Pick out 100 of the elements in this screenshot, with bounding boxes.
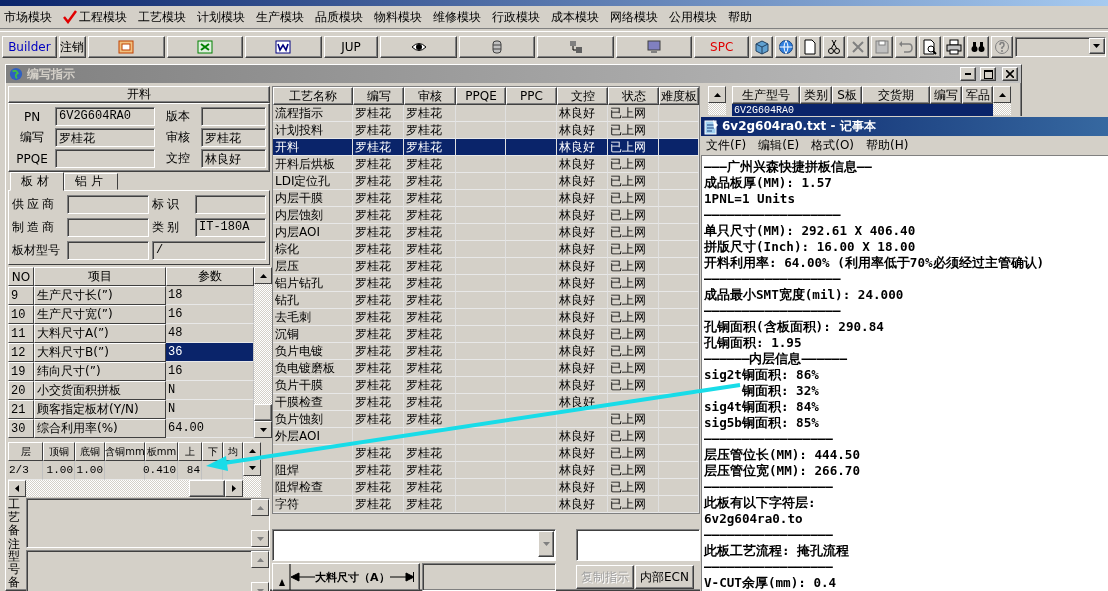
scroll-up-button[interactable] bbox=[251, 499, 269, 516]
menu-item[interactable]: 品质模块 bbox=[315, 8, 363, 26]
table-row[interactable]: 内层AOI 罗桂花 罗桂花 林良好 已上网 bbox=[273, 224, 699, 241]
dropdown[interactable] bbox=[272, 529, 556, 561]
table-row[interactable]: 负片蚀刻 罗桂花 罗桂花 已上网 bbox=[273, 411, 699, 428]
table-row[interactable]: 外层AOI 林良好 已上网 bbox=[273, 428, 699, 445]
column-header[interactable]: 军品 bbox=[962, 86, 993, 104]
menu-item[interactable]: 工程模块 bbox=[63, 8, 127, 26]
text-field[interactable]: 6V2G604RA0 bbox=[55, 107, 155, 126]
scroll-left-button[interactable] bbox=[8, 480, 26, 497]
menu-item[interactable]: 格式(O) bbox=[811, 137, 855, 154]
column-header[interactable]: 编写 bbox=[353, 87, 404, 105]
column-header[interactable]: 难度板 bbox=[659, 87, 699, 105]
text-field[interactable]: 罗桂花 bbox=[55, 128, 155, 147]
column-header[interactable]: NO bbox=[8, 267, 34, 286]
column-header[interactable]: 顶铜 bbox=[43, 442, 75, 461]
menu-item[interactable]: 帮助(H) bbox=[866, 137, 909, 154]
menu-item[interactable]: 成本模块 bbox=[551, 8, 599, 26]
table-row[interactable]: 去毛刺 罗桂花 罗桂花 林良好 已上网 bbox=[273, 309, 699, 326]
column-header[interactable]: 项目 bbox=[34, 267, 166, 286]
toolbar-button[interactable] bbox=[799, 36, 821, 58]
column-header[interactable]: 审核 bbox=[404, 87, 456, 105]
menu-item[interactable]: 网络模块 bbox=[610, 8, 658, 26]
toolbar-button[interactable] bbox=[458, 36, 536, 58]
column-header[interactable]: 参数 bbox=[166, 267, 254, 286]
text-field[interactable] bbox=[55, 149, 155, 168]
toolbar-button[interactable] bbox=[380, 36, 457, 58]
toolbar-button[interactable] bbox=[894, 36, 917, 58]
toolbar-button[interactable]: Builder bbox=[2, 36, 57, 58]
column-header[interactable]: 生产型号 bbox=[732, 86, 800, 104]
text-field[interactable] bbox=[67, 195, 149, 214]
toolbar-button[interactable]: JUP bbox=[323, 36, 379, 58]
maximize-button[interactable] bbox=[980, 67, 996, 81]
column-header[interactable]: 工艺名称 bbox=[273, 87, 353, 105]
table-row[interactable]: 负片干膜 罗桂花 罗桂花 林良好 已上网 bbox=[273, 377, 699, 394]
action-button[interactable]: 内部ECN bbox=[635, 565, 694, 589]
table-row[interactable]: 罗桂花 罗桂花 林良好 已上网 bbox=[273, 445, 699, 462]
column-header[interactable]: 底铜 bbox=[75, 442, 105, 461]
menu-item[interactable]: 生产模块 bbox=[256, 8, 304, 26]
text-area[interactable] bbox=[26, 550, 270, 591]
toolbar-button[interactable] bbox=[751, 36, 774, 58]
table-row[interactable]: 负电镀磨板 罗桂花 罗桂花 林良好 已上网 bbox=[273, 360, 699, 377]
scroll-up-button[interactable] bbox=[251, 551, 269, 568]
column-header[interactable]: 含铜mm bbox=[105, 442, 145, 461]
menu-item[interactable]: 工艺模块 bbox=[138, 8, 186, 26]
text-field[interactable]: 罗桂花 bbox=[201, 128, 266, 147]
menu-item[interactable]: 帮助 bbox=[728, 8, 752, 26]
scrollbar[interactable] bbox=[243, 442, 261, 497]
minimize-button[interactable] bbox=[960, 67, 976, 81]
scroll-down-button[interactable] bbox=[254, 421, 272, 438]
table-row[interactable]: LDI定位孔 罗桂花 罗桂花 林良好 已上网 bbox=[273, 173, 699, 190]
table-row[interactable]: 负片电镀 罗桂花 罗桂花 林良好 已上网 bbox=[273, 343, 699, 360]
table-row[interactable]: 阻焊 罗桂花 罗桂花 林良好 已上网 bbox=[273, 462, 699, 479]
table-row[interactable]: 开料后烘板 罗桂花 罗桂花 林良好 已上网 bbox=[273, 156, 699, 173]
scrollbar[interactable] bbox=[254, 267, 272, 438]
scroll-up-button[interactable] bbox=[708, 86, 726, 103]
scroll-down-button[interactable] bbox=[251, 530, 269, 547]
text-field[interactable] bbox=[67, 241, 149, 260]
toolbar-button[interactable] bbox=[245, 36, 322, 58]
text-field[interactable]: 林良好 bbox=[201, 149, 266, 168]
text-field[interactable] bbox=[67, 218, 149, 237]
table-row[interactable]: 流程指示 罗桂花 罗桂花 林良好 已上网 bbox=[273, 105, 699, 122]
toolbar-button[interactable]: 注销 bbox=[58, 36, 87, 58]
table-row[interactable]: 层压 罗桂花 罗桂花 林良好 已上网 bbox=[273, 258, 699, 275]
text-field[interactable] bbox=[422, 563, 556, 591]
toolbar-button[interactable] bbox=[918, 36, 941, 58]
menu-item[interactable]: 计划模块 bbox=[197, 8, 245, 26]
toolbar-button[interactable] bbox=[870, 36, 893, 58]
menu-item[interactable]: 公用模块 bbox=[669, 8, 717, 26]
toolbar-button[interactable] bbox=[537, 36, 614, 58]
toolbar-button[interactable] bbox=[88, 36, 165, 58]
table-row[interactable]: 钻孔 罗桂花 罗桂花 林良好 已上网 bbox=[273, 292, 699, 309]
scroll-up-button[interactable] bbox=[993, 86, 1011, 103]
scroll-right-button[interactable] bbox=[225, 480, 243, 497]
column-header[interactable]: 状态 bbox=[608, 87, 659, 105]
column-header[interactable]: 编写 bbox=[930, 86, 962, 104]
scrollbar[interactable] bbox=[708, 86, 726, 115]
table-row[interactable]: 字符 罗桂花 罗桂花 林良好 已上网 bbox=[273, 496, 699, 513]
text-field[interactable] bbox=[201, 107, 266, 126]
table-row[interactable]: 干膜检查 罗桂花 罗桂花 林良好 bbox=[273, 394, 699, 411]
scroll-up-button[interactable] bbox=[254, 267, 272, 284]
toolbar-button[interactable] bbox=[942, 36, 965, 58]
table-row[interactable]: 铝片钻孔 罗桂花 罗桂花 林良好 已上网 bbox=[273, 275, 699, 292]
column-header[interactable]: 类别 bbox=[800, 86, 832, 104]
toolbar-button[interactable] bbox=[966, 36, 989, 58]
menu-item[interactable]: 物料模块 bbox=[374, 8, 422, 26]
scrollbar[interactable] bbox=[993, 86, 1011, 115]
table-row[interactable]: 内层蚀刻 罗桂花 罗桂花 林良好 已上网 bbox=[273, 207, 699, 224]
tab[interactable]: 板材 bbox=[10, 172, 64, 191]
text-field[interactable]: / bbox=[152, 241, 266, 260]
menu-item[interactable]: 行政模块 bbox=[492, 8, 540, 26]
table-row[interactable]: 内层干膜 罗桂花 罗桂花 林良好 已上网 bbox=[273, 190, 699, 207]
text-field[interactable]: IT-180A bbox=[195, 218, 266, 237]
scroll-thumb[interactable] bbox=[189, 480, 225, 497]
tab[interactable]: 铝片 bbox=[64, 173, 118, 190]
table-cell[interactable]: 36 bbox=[166, 343, 254, 362]
column-header[interactable]: S板 bbox=[832, 86, 862, 104]
column-header[interactable]: 层 bbox=[8, 442, 43, 461]
column-header[interactable]: PPC bbox=[506, 87, 557, 105]
toolbar-button[interactable] bbox=[990, 36, 1013, 58]
